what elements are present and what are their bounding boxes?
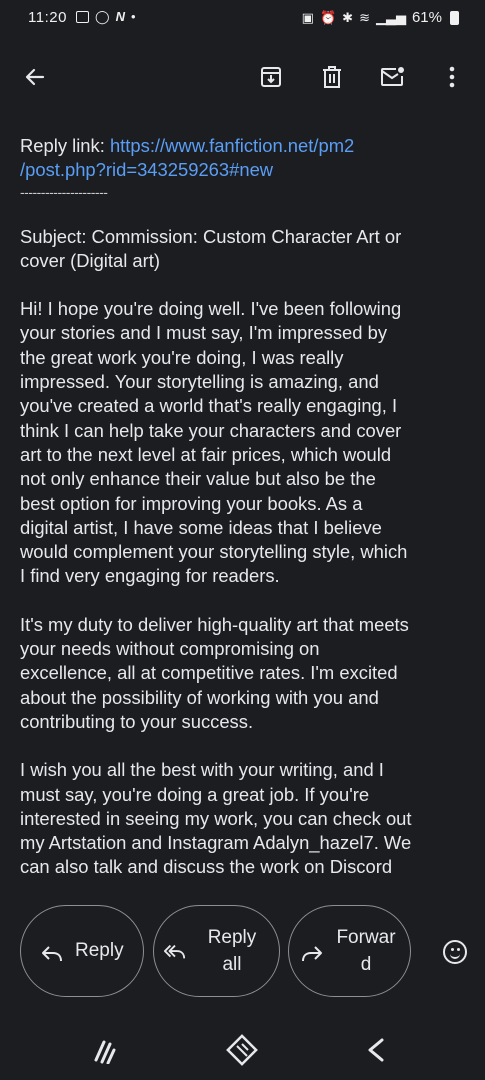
forward-button[interactable]: Forwar d [288, 905, 411, 997]
body-line: best option for improving your books. As… [20, 492, 363, 514]
status-time: 11:20 [28, 9, 67, 26]
forward-icon [302, 946, 322, 962]
gallery-notification-icon [76, 11, 89, 23]
paragraph-2: It's my duty to deliver high-quality art… [20, 613, 470, 734]
subject-line: Subject: Commission: Custom Character Ar… [20, 225, 402, 247]
body-line: Hi! I hope you're doing well. I've been … [20, 298, 402, 320]
body-line: would complement your storytelling style… [20, 541, 408, 563]
home-icon [226, 1034, 258, 1066]
message-actions: Reply Reply all Forwar d [20, 905, 480, 999]
more-options-button[interactable] [432, 57, 472, 97]
emoji-reaction-icon[interactable] [443, 940, 467, 964]
body-line: my Artstation and Instagram Adalyn_hazel… [20, 832, 412, 854]
battery-icon [450, 10, 459, 25]
reply-all-icon [164, 944, 186, 959]
reply-link-url-part1[interactable]: https://www.fanfiction.net/pm2 [110, 135, 354, 156]
reply-all-button[interactable]: Reply all [153, 905, 280, 997]
body-line: must say, you're doing a great job. If y… [20, 783, 370, 805]
status-bar: 11:20 ◯ N • ▣ ⏰ ✱ ≋ ▁▃▅ 61% [0, 0, 485, 36]
battery-percent: 61% [411, 9, 442, 26]
delete-icon [323, 66, 341, 88]
recent-apps-button[interactable] [88, 1032, 124, 1068]
subject-line: cover (Digital art) [20, 249, 161, 271]
message-body: Reply link: https://www.fanfiction.net/p… [20, 134, 470, 880]
body-line: not only enhance their value but also be… [20, 468, 376, 490]
home-button[interactable] [224, 1032, 260, 1068]
toolbar [0, 46, 485, 108]
reply-link-url-part2[interactable]: /post.php?rid=343259263#new [20, 159, 273, 180]
alarm-icon: ⏰ [319, 9, 337, 25]
reply-all-label: Reply all [207, 927, 257, 975]
back-nav-button[interactable] [358, 1032, 394, 1068]
mark-unread-icon [381, 67, 404, 86]
body-line: the great work you're doing, I was reall… [20, 346, 344, 368]
navigation-bar [0, 1020, 485, 1080]
reply-label: Reply [75, 940, 124, 961]
reply-link-line: Reply link: https://www.fanfiction.net/p… [20, 134, 470, 158]
body-line: It's my duty to deliver high-quality art… [20, 613, 409, 635]
archive-button[interactable] [251, 57, 291, 97]
delete-button[interactable] [312, 57, 352, 97]
body-line: contributing to your success. [20, 710, 254, 732]
mark-unread-button[interactable] [373, 57, 413, 97]
reply-icon [42, 946, 62, 962]
paragraph-3: I wish you all the best with your writin… [20, 758, 470, 879]
body-line: I wish you all the best with your writin… [20, 759, 384, 781]
paragraph-1: Hi! I hope you're doing well. I've been … [20, 297, 470, 589]
body-line: can also talk and discuss the work on Di… [20, 856, 393, 878]
body-line: your stories and I must say, I'm impress… [20, 322, 388, 344]
whatsapp-notification-icon: ◯ [95, 9, 110, 24]
body-line: you've created a world that's really eng… [20, 395, 398, 417]
reply-button[interactable]: Reply [20, 905, 144, 997]
forward-label: Forwar d [336, 927, 396, 975]
body-line: excellence, all at competitive rates. I'… [20, 662, 398, 684]
bluetooth-icon: ✱ [342, 9, 354, 25]
arrow-left-icon [25, 68, 45, 86]
more-notifications-icon: • [130, 9, 136, 24]
back-button[interactable] [15, 57, 55, 97]
body-line: art to the next level at fair prices, wh… [20, 443, 392, 465]
recent-apps-icon [94, 1040, 116, 1064]
netflix-notification-icon: N [115, 9, 125, 24]
back-nav-icon [368, 1038, 384, 1062]
more-vert-icon [449, 66, 455, 88]
wifi-icon: ≋ [359, 9, 370, 25]
body-line: think I can help take your characters an… [20, 419, 402, 441]
body-line: about the possibility of working with yo… [20, 686, 379, 708]
signal-icon: ▁▃▅ [375, 9, 406, 25]
lock-icon: ▣ [301, 9, 314, 25]
body-line: interested in seeing my work, you can ch… [20, 807, 412, 829]
reply-link-label: Reply link: [20, 135, 110, 156]
separator: --------------------- [20, 183, 108, 200]
archive-icon [261, 67, 281, 87]
body-line: your needs without compromising on [20, 638, 320, 660]
body-line: I find very engaging for readers. [20, 565, 280, 587]
body-line: digital artist, I have some ideas that I… [20, 516, 382, 538]
body-line: impressed. Your storytelling is amazing,… [20, 371, 379, 393]
